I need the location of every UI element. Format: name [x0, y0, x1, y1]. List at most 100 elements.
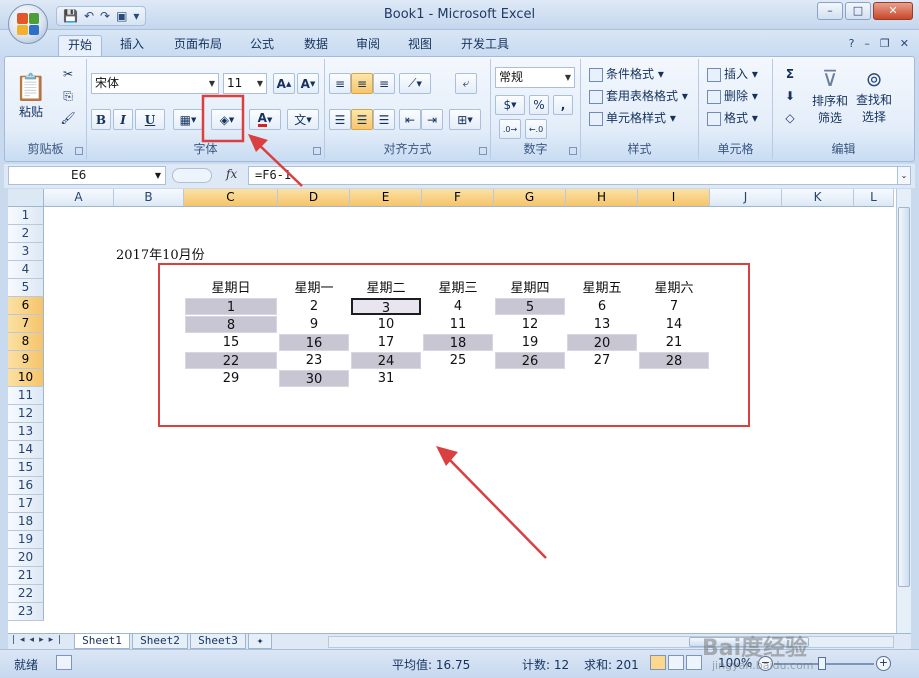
row-header-10[interactable]: 10 [8, 369, 44, 387]
row-header-19[interactable]: 19 [8, 531, 44, 549]
format-painter-icon[interactable]: 🖌 [57, 109, 79, 127]
tab-home[interactable]: 开始 [58, 35, 102, 56]
insert-cells-button[interactable]: 插入 ▾ [707, 65, 758, 82]
row-header-7[interactable]: 7 [8, 315, 44, 333]
borders-button[interactable]: ▦ ▼ [173, 109, 203, 130]
decrease-indent-icon[interactable]: ⇤ [399, 109, 421, 130]
align-middle-icon[interactable]: ≡ [351, 73, 373, 94]
column-header-e[interactable]: E [350, 189, 422, 207]
help-icon[interactable]: ? [849, 37, 855, 50]
grow-font-button[interactable]: A ▲ [273, 73, 295, 94]
increase-indent-icon[interactable]: ⇥ [421, 109, 443, 130]
row-header-15[interactable]: 15 [8, 459, 44, 477]
font-size-select[interactable]: 11 ▼ [223, 73, 267, 94]
number-launcher-icon[interactable] [569, 147, 577, 155]
close-button[interactable]: ✕ [873, 2, 913, 20]
expand-formula-icon[interactable]: ⌄ [897, 166, 911, 185]
tab-insert[interactable]: 插入 [110, 35, 154, 56]
delete-cells-button[interactable]: 删除 ▾ [707, 87, 758, 104]
row-header-1[interactable]: 1 [8, 207, 44, 225]
decrease-decimal-icon[interactable]: ←.0 [525, 119, 547, 139]
row-header-9[interactable]: 9 [8, 351, 44, 369]
align-center-icon[interactable]: ☰ [351, 109, 373, 130]
page-break-view-icon[interactable] [686, 655, 702, 670]
autosum-button[interactable]: Σ [779, 65, 801, 83]
conditional-format-button[interactable]: 条件格式 ▾ [589, 65, 664, 82]
row-header-16[interactable]: 16 [8, 477, 44, 495]
row-header-23[interactable]: 23 [8, 603, 44, 621]
align-bottom-icon[interactable]: ≡ [373, 73, 395, 94]
formula-input[interactable]: =F6-1 [248, 166, 898, 185]
copy-icon[interactable]: ⎘ [57, 87, 79, 105]
zoom-slider-knob[interactable] [818, 657, 826, 670]
row-header-5[interactable]: 5 [8, 279, 44, 297]
row-header-8[interactable]: 8 [8, 333, 44, 351]
name-box[interactable]: E6 ▼ [8, 166, 166, 185]
tab-data[interactable]: 数据 [294, 35, 338, 56]
formula-splitter[interactable] [172, 168, 212, 183]
fill-down-icon[interactable]: ⬇ [779, 87, 801, 105]
sheet-tab-1[interactable]: Sheet1 [74, 634, 130, 649]
ribbon-close-icon[interactable]: ✕ [900, 37, 909, 50]
horizontal-scrollbar[interactable] [328, 636, 894, 648]
clipboard-launcher-icon[interactable] [75, 147, 83, 155]
tab-page-layout[interactable]: 页面布局 [166, 35, 230, 56]
tab-developer[interactable]: 开发工具 [452, 35, 518, 56]
orientation-icon[interactable]: ⟋ ▼ [399, 73, 431, 94]
ribbon-minimize-icon[interactable]: – [864, 37, 870, 50]
font-name-select[interactable]: 宋体 ▼ [91, 73, 219, 94]
wrap-text-icon[interactable]: ⤶ [455, 73, 477, 94]
minimize-button[interactable]: – [817, 2, 843, 20]
align-left-icon[interactable]: ☰ [329, 109, 351, 130]
page-layout-view-icon[interactable] [668, 655, 684, 670]
row-header-17[interactable]: 17 [8, 495, 44, 513]
alignment-launcher-icon[interactable] [479, 147, 487, 155]
zoom-in-icon[interactable]: + [876, 656, 891, 671]
fill-color-button[interactable]: ◈ ▼ [211, 109, 243, 130]
column-header-j[interactable]: J [710, 189, 782, 207]
font-color-button[interactable]: A ▼ [249, 109, 281, 130]
tab-formulas[interactable]: 公式 [240, 35, 284, 56]
row-header-18[interactable]: 18 [8, 513, 44, 531]
row-header-6[interactable]: 6 [8, 297, 44, 315]
merge-center-icon[interactable]: ⊞ ▼ [449, 109, 481, 130]
column-header-g[interactable]: G [494, 189, 566, 207]
sort-filter-button[interactable]: ⊽ 排序和 筛选 [809, 63, 851, 129]
select-all-corner[interactable] [8, 189, 44, 207]
align-right-icon[interactable]: ☰ [373, 109, 395, 130]
number-format-select[interactable]: 常规 ▼ [495, 67, 575, 88]
column-header-c[interactable]: C [184, 189, 278, 207]
percent-button[interactable]: % [529, 95, 549, 115]
align-top-icon[interactable]: ≡ [329, 73, 351, 94]
column-header-d[interactable]: D [278, 189, 350, 207]
clear-icon[interactable]: ◇ [779, 109, 801, 127]
cell-styles-button[interactable]: 单元格样式 ▾ [589, 109, 676, 126]
shrink-font-button[interactable]: A ▼ [297, 73, 319, 94]
column-header-f[interactable]: F [422, 189, 494, 207]
column-header-a[interactable]: A [44, 189, 114, 207]
sheet-tab-3[interactable]: Sheet3 [190, 634, 246, 649]
column-header-i[interactable]: I [638, 189, 710, 207]
column-header-h[interactable]: H [566, 189, 638, 207]
worksheet-grid[interactable]: A B C D E F G H I J K L 1 2 3 4 5 6 7 8 9 10 11 12 13 14 15 16 17 18 1… [8, 189, 896, 633]
italic-button[interactable]: I [113, 109, 133, 130]
row-header-4[interactable]: 4 [8, 261, 44, 279]
normal-view-icon[interactable] [650, 655, 666, 670]
office-button[interactable] [8, 4, 48, 44]
cut-icon[interactable]: ✂ [57, 65, 79, 83]
column-header-k[interactable]: K [782, 189, 854, 207]
find-select-button[interactable]: ⊚ 查找和 选择 [853, 63, 895, 129]
row-header-22[interactable]: 22 [8, 585, 44, 603]
row-header-14[interactable]: 14 [8, 441, 44, 459]
row-header-12[interactable]: 12 [8, 405, 44, 423]
insert-sheet-icon[interactable]: ✦ [248, 634, 272, 649]
tab-view[interactable]: 视图 [398, 35, 442, 56]
sheet-tab-2[interactable]: Sheet2 [132, 634, 188, 649]
bold-button[interactable]: B [91, 109, 111, 130]
increase-decimal-icon[interactable]: .0→ [499, 119, 521, 139]
maximize-button[interactable]: □ [845, 2, 871, 20]
sheet-navigation-icon[interactable]: |◂◂▸▸| [12, 635, 66, 645]
insert-function-icon[interactable]: fx [226, 167, 237, 181]
format-as-table-button[interactable]: 套用表格格式 ▾ [589, 87, 688, 104]
format-cells-button[interactable]: 格式 ▾ [707, 109, 758, 126]
